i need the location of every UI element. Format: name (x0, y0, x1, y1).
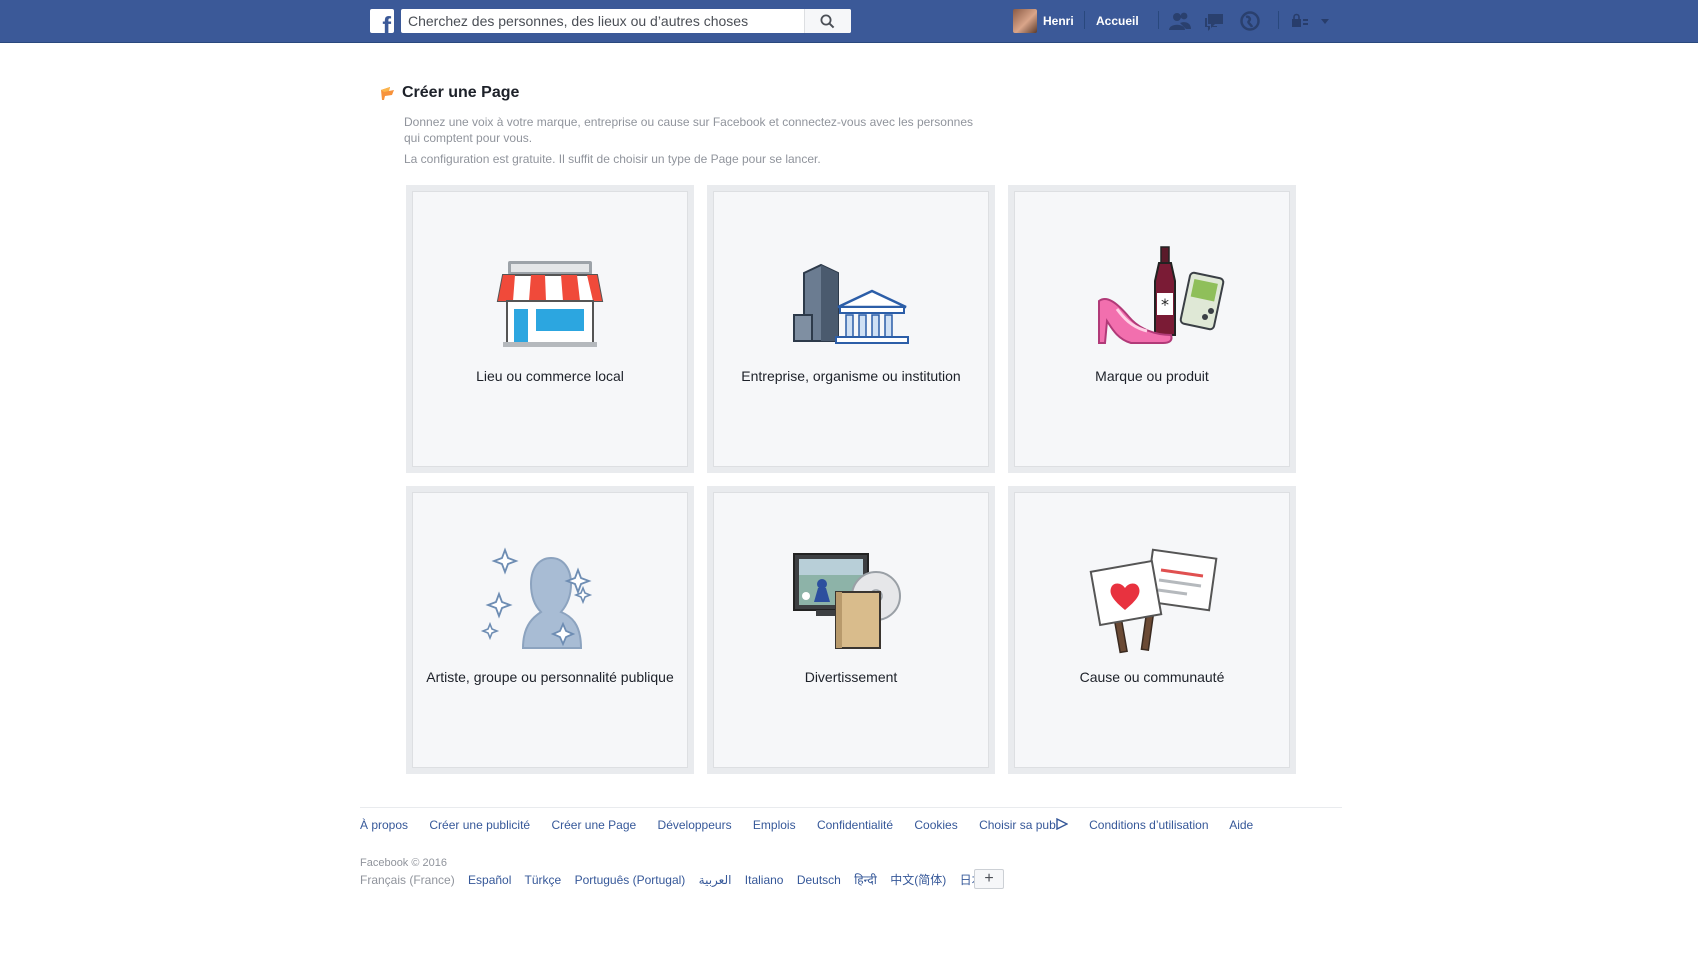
copyright: Facebook © 2016 (360, 857, 447, 869)
search-icon (820, 14, 835, 29)
footer-link-ad-choices-label: Choisir sa pub (979, 818, 1056, 832)
language-link-it[interactable]: Italiano (745, 873, 784, 887)
nav-divider (1084, 11, 1085, 29)
avatar (1013, 9, 1037, 33)
facebook-logo-icon[interactable]: f (370, 9, 394, 33)
storefront-icon (496, 261, 604, 347)
footer-link-developers[interactable]: Développeurs (658, 818, 732, 832)
tile-company[interactable]: Entreprise, organisme ou institution (707, 185, 995, 473)
tile-label: Lieu ou commerce local (476, 368, 624, 384)
nav-divider (1278, 11, 1279, 29)
language-link-hi[interactable]: हिन्दी (854, 873, 877, 887)
tile-label: Marque ou produit (1095, 368, 1209, 384)
tile-cause-community[interactable]: Cause ou communauté (1008, 486, 1296, 774)
footer-link-terms[interactable]: Conditions d’utilisation (1089, 818, 1208, 832)
tile-label: Divertissement (804, 669, 898, 685)
tile-label: Cause ou communauté (1079, 669, 1225, 685)
language-link-tr[interactable]: Türkçe (525, 873, 562, 887)
tile-brand-product[interactable]: * Marque ou produit (1008, 185, 1296, 473)
search-button[interactable] (804, 9, 851, 33)
public-figure-icon (480, 547, 593, 649)
page-title: Créer une Page (402, 84, 520, 101)
language-link-ar[interactable]: العربية (699, 873, 732, 887)
footer-link-cookies[interactable]: Cookies (914, 818, 957, 832)
footer-link-about[interactable]: À propos (360, 818, 408, 832)
tile-local-business[interactable]: Lieu ou commerce local (406, 185, 694, 473)
user-name: Henri (1043, 14, 1074, 28)
setup-note: La configuration est gratuite. Il suffit… (404, 152, 821, 166)
svg-text:*: * (1161, 295, 1169, 314)
tile-label: Entreprise, organisme ou institution (741, 368, 961, 384)
chevron-down-icon (1321, 19, 1329, 24)
language-link-es[interactable]: Español (468, 873, 511, 887)
footer-link-privacy[interactable]: Confidentialité (817, 818, 893, 832)
language-link-pt[interactable]: Português (Portugal) (575, 873, 686, 887)
cause-signs-icon (1089, 548, 1218, 654)
home-link[interactable]: Accueil (1096, 14, 1139, 28)
footer-links: À propos Créer une publicité Créer une P… (360, 817, 1271, 832)
language-link-de[interactable]: Deutsch (797, 873, 841, 887)
tile-artist-public-figure[interactable]: Artiste, groupe ou personnalité publique (406, 486, 694, 774)
ad-choices-icon (1056, 817, 1069, 831)
tile-entertainment[interactable]: Divertissement (707, 486, 995, 774)
page-flag-icon (381, 87, 394, 100)
footer-link-create-ad[interactable]: Créer une publicité (429, 818, 530, 832)
entertainment-icon (793, 553, 901, 649)
tile-label: Artiste, groupe ou personnalité publique (426, 669, 674, 685)
messages-icon[interactable] (1203, 11, 1227, 31)
footer-link-jobs[interactable]: Emplois (753, 818, 796, 832)
footer-divider (360, 807, 1342, 808)
search-box (401, 9, 851, 33)
building-icon (793, 263, 909, 344)
footer-link-help[interactable]: Aide (1229, 818, 1253, 832)
nav-divider (1158, 11, 1159, 29)
footer-link-create-page[interactable]: Créer une Page (551, 818, 636, 832)
notifications-globe-icon[interactable] (1238, 11, 1262, 31)
language-selector: Français (France) Español Türkçe Portugu… (360, 871, 1006, 888)
language-link-zh[interactable]: 中文(简体) (890, 873, 946, 887)
top-navigation-bar: f Henri Accueil (0, 0, 1698, 43)
friend-requests-icon[interactable] (1168, 11, 1192, 31)
footer-link-ad-choices[interactable]: Choisir sa pub (979, 817, 1086, 832)
more-languages-button[interactable]: + (974, 869, 1004, 889)
current-language: Français (France) (360, 873, 455, 887)
page-description: Donnez une voix à votre marque, entrepri… (404, 115, 973, 145)
privacy-settings-icon[interactable] (1291, 12, 1335, 30)
search-input[interactable] (401, 9, 801, 33)
products-icon: * (1098, 246, 1225, 344)
